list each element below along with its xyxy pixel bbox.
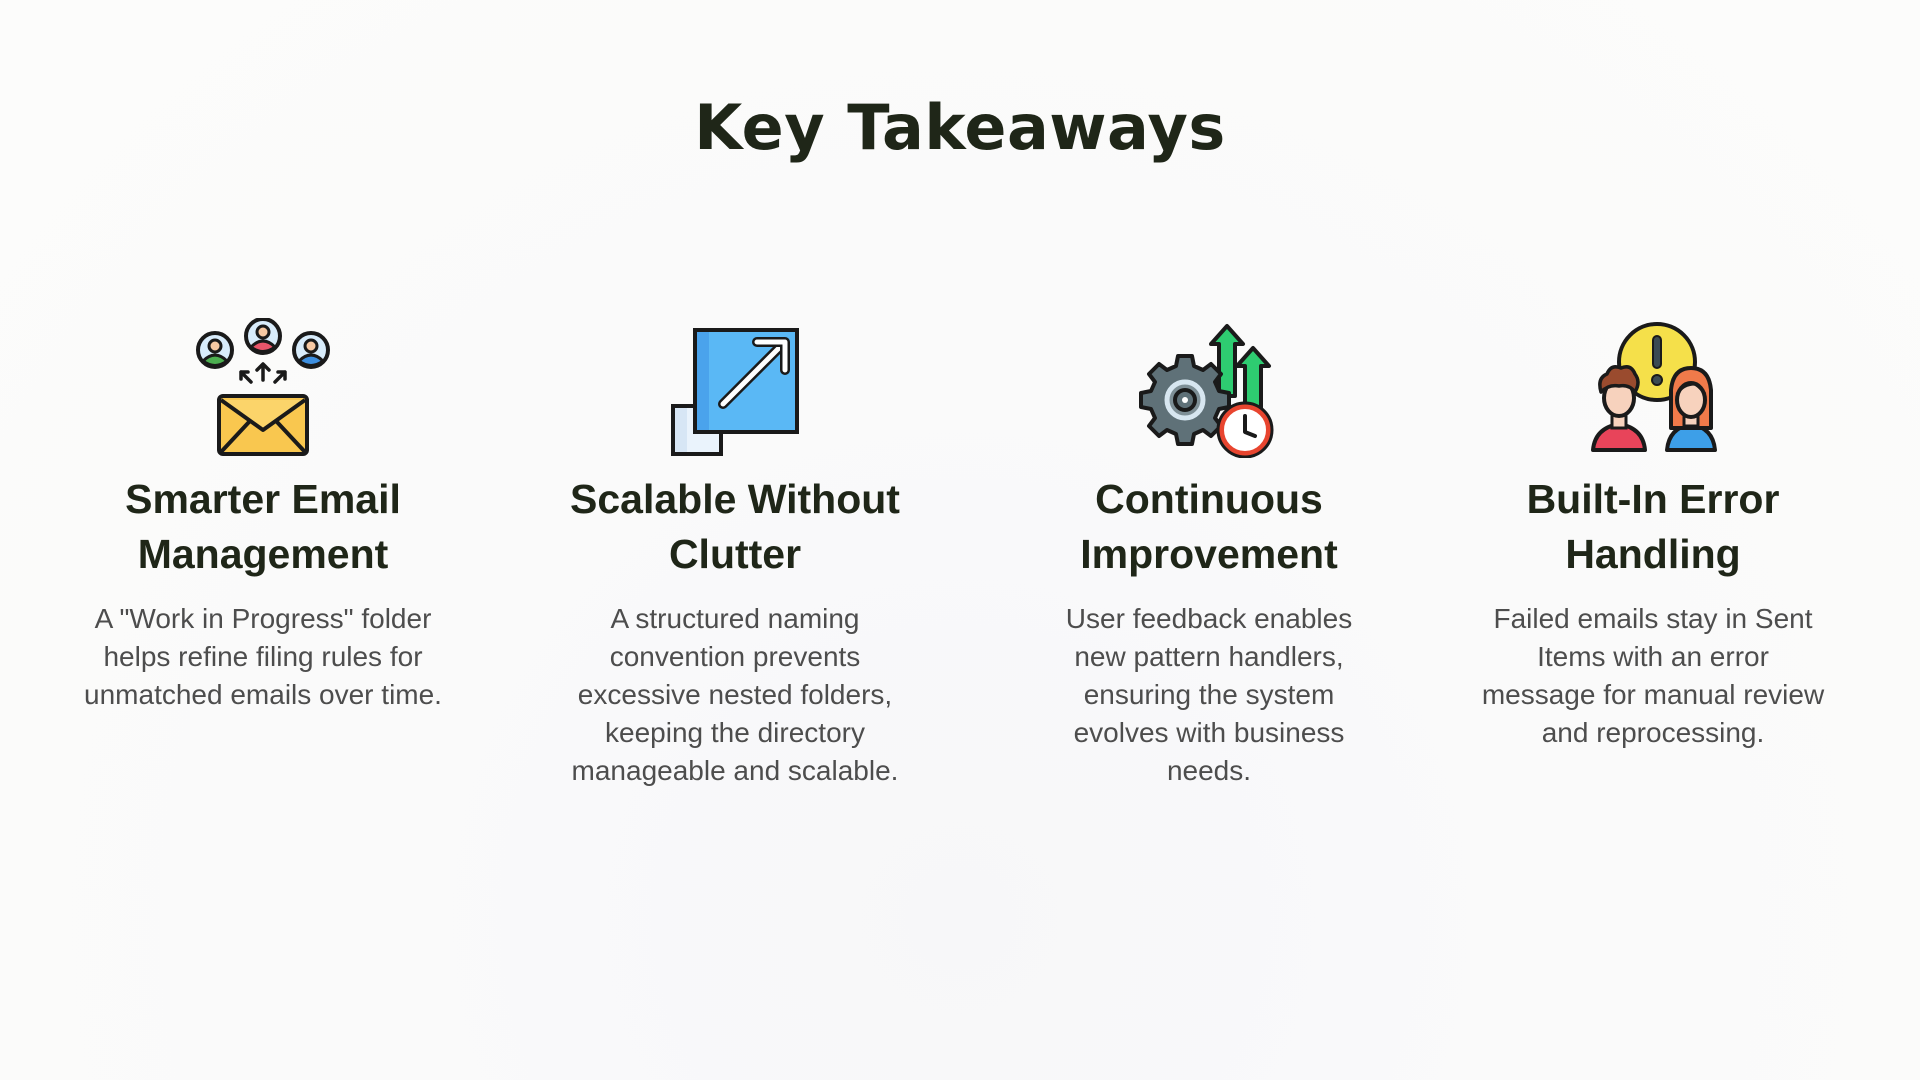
card-heading: Smarter Email Management [125,476,401,577]
card-description: Failed emails stay in Sent Items with an… [1481,603,1825,748]
people-alert-icon [1583,318,1723,458]
card-description: User feedback enables new pattern handle… [1065,603,1353,786]
card-description: A "Work in Progress" folder helps refine… [84,603,442,710]
expand-scale-icon [665,318,805,458]
email-distribution-icon [193,318,333,458]
card-heading: Scalable Without Clutter [570,476,900,577]
gear-growth-clock-icon [1139,318,1279,458]
takeaway-card-scalable: Scalable Without Clutter A structured na… [535,318,935,790]
card-heading: Continuous Improvement [1080,476,1338,577]
card-description: A structured naming convention prevents … [571,603,899,786]
takeaway-card-smarter-email: Smarter Email Management A "Work in Prog… [63,318,463,714]
takeaway-card-error-handling: Built-In Error Handling Failed emails st… [1453,318,1853,752]
takeaway-card-continuous-improvement: Continuous Improvement User feedback ena… [1009,318,1409,790]
card-heading: Built-In Error Handling [1526,476,1780,577]
page-title: Key Takeaways [694,91,1226,164]
